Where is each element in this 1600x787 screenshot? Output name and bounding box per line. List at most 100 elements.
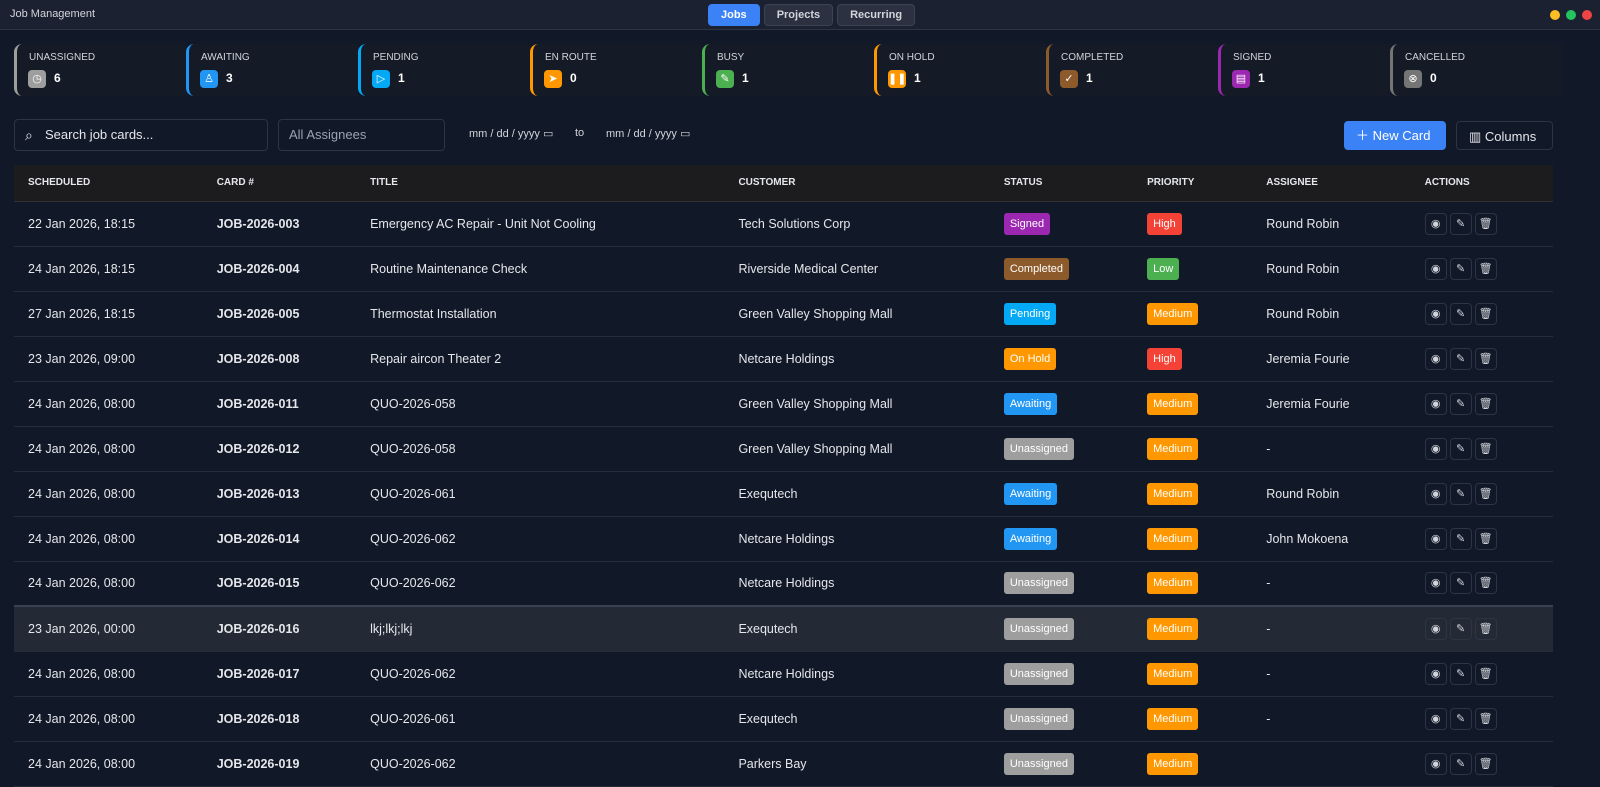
stat-cancelled[interactable]: CANCELLED ⊗ 0 bbox=[1390, 44, 1562, 96]
edit-icon[interactable]: ✎ bbox=[1449, 482, 1472, 505]
edit-icon[interactable]: ✎ bbox=[1449, 752, 1472, 775]
assignee-cell: Round Robin bbox=[1252, 246, 1411, 292]
delete-icon[interactable]: 🗑 bbox=[1474, 617, 1497, 640]
table-row[interactable]: 24 Jan 2026, 08:00 JOB-2026-017 QUO-2026-0… bbox=[14, 651, 1553, 697]
edit-icon[interactable]: ✎ bbox=[1449, 572, 1472, 595]
scheduled-cell: 23 Jan 2026, 00:00 bbox=[14, 605, 203, 652]
stat-en-route[interactable]: EN ROUTE ➤ 0 bbox=[530, 44, 702, 96]
delete-icon[interactable]: 🗑 bbox=[1474, 212, 1497, 235]
edit-icon[interactable]: ✎ bbox=[1449, 707, 1472, 730]
column-header[interactable]: SCHEDULED bbox=[14, 165, 203, 202]
stat-count: 1 bbox=[1258, 71, 1265, 85]
stat-completed[interactable]: COMPLETED ✓ 1 bbox=[1046, 44, 1218, 96]
table-row[interactable]: 24 Jan 2026, 08:00 JOB-2026-011 QUO-2026-0… bbox=[14, 381, 1553, 427]
x-circle-icon: ⊗ bbox=[1404, 70, 1422, 88]
maximize-button[interactable] bbox=[1566, 10, 1576, 20]
tab-recurring[interactable]: Recurring bbox=[837, 4, 916, 26]
table-row[interactable]: 24 Jan 2026, 08:00 JOB-2026-013 QUO-2026-0… bbox=[14, 471, 1553, 517]
stat-count: 6 bbox=[54, 71, 61, 85]
edit-icon[interactable]: ✎ bbox=[1449, 392, 1472, 415]
delete-icon[interactable]: 🗑 bbox=[1474, 257, 1497, 280]
stat-awaiting[interactable]: AWAITING ♙ 3 bbox=[186, 44, 358, 96]
edit-icon[interactable]: ✎ bbox=[1449, 212, 1472, 235]
columns-button[interactable]: ▥ Columns bbox=[1456, 121, 1553, 150]
view-icon[interactable]: ◉ bbox=[1424, 617, 1447, 640]
stat-on-hold[interactable]: ON HOLD ❚❚ 1 bbox=[874, 44, 1046, 96]
view-icon[interactable]: ◉ bbox=[1424, 347, 1447, 370]
view-icon[interactable]: ◉ bbox=[1424, 572, 1447, 595]
delete-icon[interactable]: 🗑 bbox=[1474, 437, 1497, 460]
table-row[interactable]: 24 Jan 2026, 08:00 JOB-2026-014 QUO-2026-0… bbox=[14, 516, 1553, 562]
assignee-select[interactable]: All Assignees bbox=[278, 119, 445, 151]
priority-badge: Medium bbox=[1147, 617, 1199, 640]
priority-badge: Low bbox=[1147, 257, 1180, 280]
view-icon[interactable]: ◉ bbox=[1424, 257, 1447, 280]
edit-icon[interactable]: ✎ bbox=[1449, 347, 1472, 370]
customer-cell: Green Valley Shopping Mall bbox=[724, 291, 990, 337]
delete-icon[interactable]: 🗑 bbox=[1474, 572, 1497, 595]
table-row[interactable]: 23 Jan 2026, 00:00 JOB-2026-016 lkj;lkj;lk… bbox=[14, 605, 1553, 652]
edit-icon[interactable]: ✎ bbox=[1449, 617, 1472, 640]
column-header[interactable]: ASSIGNEE bbox=[1252, 165, 1411, 202]
tab-jobs[interactable]: Jobs bbox=[708, 4, 760, 26]
delete-icon[interactable]: 🗑 bbox=[1474, 752, 1497, 775]
stat-signed[interactable]: SIGNED ▤ 1 bbox=[1218, 44, 1390, 96]
tab-projects[interactable]: Projects bbox=[763, 4, 834, 26]
column-header[interactable]: CUSTOMER bbox=[724, 165, 990, 202]
table-row[interactable]: 27 Jan 2026, 18:15 JOB-2026-005 Thermostat… bbox=[14, 291, 1553, 337]
edit-icon[interactable]: ✎ bbox=[1449, 662, 1472, 685]
date-to-input[interactable]: mm / dd / yyyy ▭ bbox=[606, 127, 690, 140]
view-icon[interactable]: ◉ bbox=[1424, 662, 1447, 685]
stat-busy[interactable]: BUSY ✎ 1 bbox=[702, 44, 874, 96]
card-number-cell: JOB-2026-016 bbox=[202, 605, 357, 652]
scheduled-cell: 24 Jan 2026, 08:00 bbox=[14, 561, 203, 607]
column-header[interactable]: ACTIONS bbox=[1410, 165, 1553, 202]
delete-icon[interactable]: 🗑 bbox=[1474, 347, 1497, 370]
edit-icon[interactable]: ✎ bbox=[1449, 302, 1472, 325]
stat-unassigned[interactable]: UNASSIGNED ◷ 6 bbox=[14, 44, 186, 96]
column-header[interactable]: CARD # bbox=[202, 165, 357, 202]
stat-label: UNASSIGNED bbox=[29, 52, 96, 63]
delete-icon[interactable]: 🗑 bbox=[1474, 707, 1497, 730]
view-icon[interactable]: ◉ bbox=[1424, 527, 1447, 550]
delete-icon[interactable]: 🗑 bbox=[1474, 527, 1497, 550]
column-header[interactable]: PRIORITY bbox=[1133, 165, 1253, 202]
stat-label: CANCELLED bbox=[1405, 52, 1466, 63]
view-icon[interactable]: ◉ bbox=[1424, 392, 1447, 415]
table-row[interactable]: 24 Jan 2026, 08:00 JOB-2026-019 QUO-2026-0… bbox=[14, 741, 1553, 787]
view-icon[interactable]: ◉ bbox=[1424, 437, 1447, 460]
column-header[interactable]: STATUS bbox=[989, 165, 1134, 202]
edit-icon[interactable]: ✎ bbox=[1449, 257, 1472, 280]
view-icon[interactable]: ◉ bbox=[1424, 212, 1447, 235]
edit-icon[interactable]: ✎ bbox=[1449, 437, 1472, 460]
table-row[interactable]: 23 Jan 2026, 09:00 JOB-2026-008 Repair air… bbox=[14, 336, 1553, 382]
customer-cell: Tech Solutions Corp bbox=[724, 201, 990, 247]
assignee-cell: John Mokoena bbox=[1252, 516, 1411, 562]
table-row[interactable]: 24 Jan 2026, 08:00 JOB-2026-015 QUO-2026-0… bbox=[14, 561, 1553, 607]
table-row[interactable]: 22 Jan 2026, 18:15 JOB-2026-003 Emergency … bbox=[14, 201, 1553, 247]
delete-icon[interactable]: 🗑 bbox=[1474, 482, 1497, 505]
search-input[interactable]: ⌕ Search job cards... bbox=[14, 119, 268, 151]
table-row[interactable]: 24 Jan 2026, 18:15 JOB-2026-004 Routine Ma… bbox=[14, 246, 1553, 292]
view-icon[interactable]: ◉ bbox=[1424, 482, 1447, 505]
delete-icon[interactable]: 🗑 bbox=[1474, 662, 1497, 685]
status-badge: Unassigned bbox=[1003, 437, 1074, 460]
card-number-cell: JOB-2026-013 bbox=[202, 471, 357, 517]
table-row[interactable]: 24 Jan 2026, 08:00 JOB-2026-012 QUO-2026-0… bbox=[14, 426, 1553, 472]
stat-pending[interactable]: PENDING ▷ 1 bbox=[358, 44, 530, 96]
play-icon: ▷ bbox=[372, 70, 390, 88]
table-row[interactable]: 24 Jan 2026, 08:00 JOB-2026-018 QUO-2026-0… bbox=[14, 696, 1553, 742]
column-header[interactable]: TITLE bbox=[356, 165, 725, 202]
delete-icon[interactable]: 🗑 bbox=[1474, 392, 1497, 415]
stat-label: ON HOLD bbox=[889, 52, 935, 63]
date-from-input[interactable]: mm / dd / yyyy ▭ bbox=[469, 127, 553, 140]
delete-icon[interactable]: 🗑 bbox=[1474, 302, 1497, 325]
view-icon[interactable]: ◉ bbox=[1424, 707, 1447, 730]
title-cell: Emergency AC Repair - Unit Not Cooling bbox=[356, 201, 725, 247]
edit-icon[interactable]: ✎ bbox=[1449, 527, 1472, 550]
view-icon[interactable]: ◉ bbox=[1424, 302, 1447, 325]
view-icon[interactable]: ◉ bbox=[1424, 752, 1447, 775]
minimize-button[interactable] bbox=[1550, 10, 1560, 20]
close-button[interactable] bbox=[1582, 10, 1592, 20]
new-card-button[interactable]: ＋ New Card bbox=[1344, 121, 1446, 150]
